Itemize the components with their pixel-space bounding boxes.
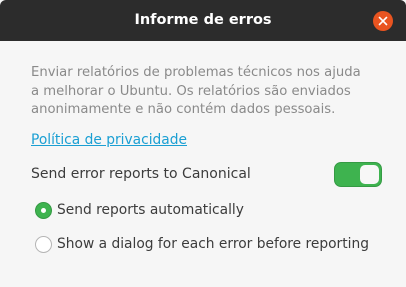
title-bar: Informe de erros bbox=[0, 0, 406, 41]
toggle-knob bbox=[360, 165, 379, 184]
radio-show-dialog[interactable]: Show a dialog for each error before repo… bbox=[35, 234, 369, 254]
send-error-reports-label: Send error reports to Canonical bbox=[31, 166, 251, 182]
description-text: Enviar relatórios de problemas técnicos … bbox=[31, 64, 381, 120]
close-button[interactable] bbox=[373, 11, 393, 31]
description-line: anonimamente e não contém dados pessoais… bbox=[31, 102, 336, 117]
radio-send-automatically[interactable]: Send reports automatically bbox=[35, 200, 244, 220]
description-line: Enviar relatórios de problemas técnicos … bbox=[31, 65, 361, 80]
send-error-reports-toggle[interactable] bbox=[334, 162, 382, 187]
radio-label: Send reports automatically bbox=[57, 202, 244, 218]
window-title: Informe de erros bbox=[134, 12, 272, 28]
radio-label: Show a dialog for each error before repo… bbox=[57, 236, 369, 252]
error-report-dialog: Informe de erros Enviar relatórios de pr… bbox=[0, 0, 406, 287]
privacy-policy-link[interactable]: Política de privacidade bbox=[31, 130, 187, 150]
radio-unchecked-icon[interactable] bbox=[35, 235, 52, 253]
radio-checked-icon[interactable] bbox=[35, 201, 52, 219]
close-icon bbox=[378, 16, 388, 26]
description-line: a melhorar o Ubuntu. Os relatórios são e… bbox=[31, 83, 351, 99]
